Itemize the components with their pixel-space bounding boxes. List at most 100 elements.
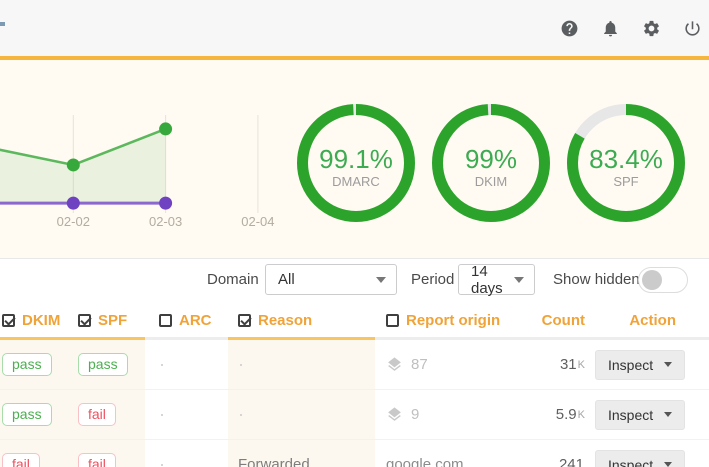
settings-icon[interactable] [642,19,661,38]
column-header-report-origin: Report origin [375,300,518,340]
column-label: SPF [98,312,127,329]
reason-value: Forwarded [238,456,310,467]
dkim-status-badge: fail [2,453,40,467]
inspect-button[interactable]: Inspect [595,400,685,430]
count-value: 241 [559,456,584,467]
table-body: pass pass · · 87 31 K Inspect [0,340,709,467]
trend-chart: 02-02 02-03 02-04 [0,60,290,258]
layers-icon [386,356,403,373]
svg-text:02-03: 02-03 [149,214,182,229]
period-select-value: 14 days [471,263,514,297]
chevron-down-icon [664,412,672,417]
origin-count: 9 [411,406,419,423]
table-row: pass fail · · 9 5.9 K Inspect [0,390,709,440]
report-origin-cell: 87 [375,340,518,389]
spf-checkbox[interactable] [78,314,91,327]
dkim-cell: pass [0,390,72,439]
logo-fragment [0,22,5,26]
dkim-cell: pass [0,340,72,389]
donut-label: DMARC [332,174,380,189]
layers-icon [386,406,403,423]
count-value: 31 [560,356,577,373]
power-icon[interactable] [683,19,702,38]
reason-cell: · [228,390,375,439]
action-cell: Inspect [595,440,709,467]
count-value: 5.9 [556,406,577,423]
filter-bar: Domain All Period 14 days Show hidden [0,258,709,300]
inspect-button-label: Inspect [608,457,653,467]
arc-checkbox[interactable] [159,314,172,327]
domain-select-value: All [278,271,295,288]
donut-dkim: 99% DKIM [432,104,550,222]
toggle-knob [642,270,662,290]
donut-value: 83.4% [589,144,663,174]
column-header-count: Count [518,300,595,340]
inspect-button[interactable]: Inspect [595,350,685,380]
show-hidden-toggle[interactable] [638,267,688,293]
reason-value: · [238,354,244,375]
inspect-button[interactable]: Inspect [595,450,685,467]
domain-label: Domain [207,259,259,301]
donut-label: DKIM [475,174,508,189]
origin-domain: google.com [386,456,464,467]
column-header-arc: ARC [145,300,228,340]
chevron-down-icon [664,462,672,467]
show-hidden-label: Show hidden [553,259,640,301]
empty-placeholder: · [159,404,165,425]
donut-value: 99.1% [319,144,393,174]
report-origin-cell: google.com [375,440,518,467]
reason-value: · [238,404,244,425]
chevron-down-icon [376,277,386,283]
column-label: Action [629,312,676,329]
column-label: Count [542,312,585,329]
column-header-spf: SPF [72,300,145,340]
action-cell: Inspect [595,340,709,389]
inspect-button-label: Inspect [608,357,653,373]
column-header-dkim: DKIM [0,300,72,340]
table-row: fail fail · Forwarded google.com 241 Ins… [0,440,709,467]
spf-status-badge: fail [78,453,116,467]
reason-checkbox[interactable] [238,314,251,327]
svg-text:02-02: 02-02 [57,214,90,229]
chevron-down-icon [514,277,524,283]
arc-cell: · [145,340,228,389]
spf-cell: fail [72,440,145,467]
table-header: DKIM SPF ARC Reason Report origin Count … [0,300,709,340]
column-label: DKIM [22,312,60,329]
column-header-action: Action [595,300,709,340]
table-row: pass pass · · 87 31 K Inspect [0,340,709,390]
arc-cell: · [145,390,228,439]
count-suffix: K [578,359,585,371]
spf-cell: pass [72,340,145,389]
spf-status-badge: pass [78,353,128,376]
inspect-button-label: Inspect [608,407,653,423]
count-cell: 31 K [518,340,595,389]
svg-text:02-04: 02-04 [241,214,274,229]
dkim-status-badge: pass [2,353,52,376]
notifications-icon[interactable] [601,19,620,38]
dkim-cell: fail [0,440,72,467]
dmarc-dashboard: 02-02 02-03 02-04 99.1% DMARC 99% DKIM 83.… [0,0,709,467]
column-label: Report origin [406,312,500,329]
period-label: Period [411,259,454,301]
report-origin-checkbox[interactable] [386,314,399,327]
count-cell: 241 [518,440,595,467]
chevron-down-icon [664,362,672,367]
empty-placeholder: · [159,454,165,467]
spf-cell: fail [72,390,145,439]
origin-count: 87 [411,356,428,373]
donut-label: SPF [613,174,638,189]
column-header-reason: Reason [228,300,375,340]
topbar-icon-group [560,0,702,56]
dkim-checkbox[interactable] [2,314,15,327]
help-icon[interactable] [560,19,579,38]
domain-select[interactable]: All [265,264,397,295]
donut-group: 99.1% DMARC 99% DKIM 83.4% SPF [297,104,685,222]
report-origin-cell: 9 [375,390,518,439]
column-label: ARC [179,312,212,329]
spf-status-badge: fail [78,403,116,426]
dkim-status-badge: pass [2,403,52,426]
reason-cell: · [228,340,375,389]
summary-section: 02-02 02-03 02-04 99.1% DMARC 99% DKIM 83.… [0,60,709,258]
period-select[interactable]: 14 days [458,264,535,295]
